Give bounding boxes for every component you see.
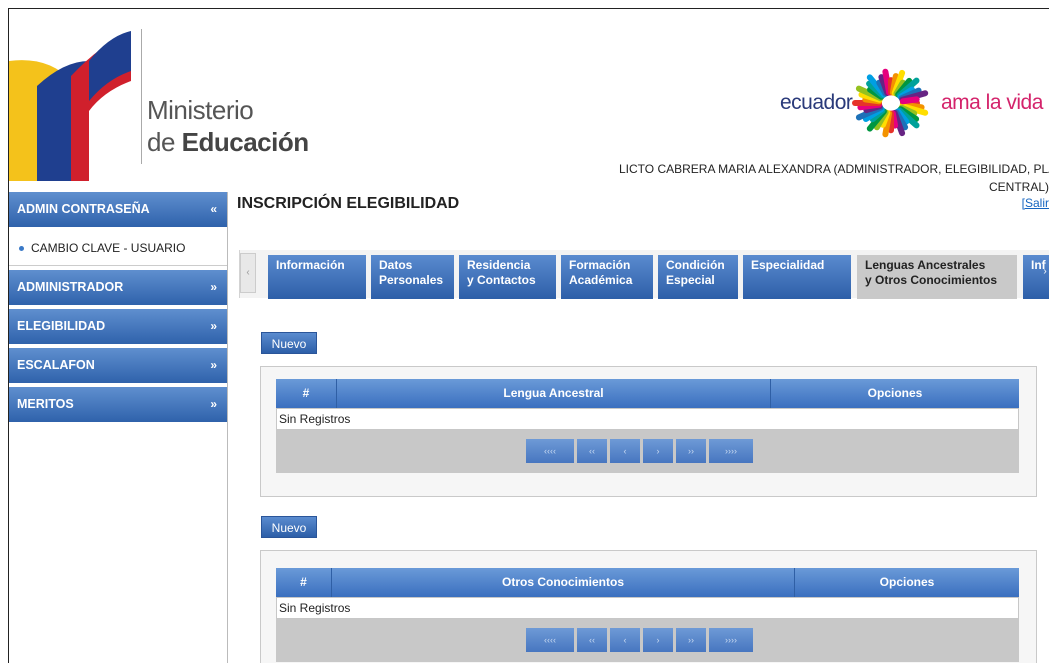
pager-prev-button[interactable]: ‹ — [610, 628, 640, 652]
ministry-name-line2: de Educación — [147, 127, 309, 157]
pager-prev-button[interactable]: ‹ — [610, 439, 640, 463]
user-info: LICTO CABRERA MARIA ALEXANDRA (ADMINISTR… — [619, 162, 1049, 176]
tab-formacion-academica[interactable]: Formación Académica — [561, 255, 653, 299]
pager: ‹‹‹‹ ‹‹ ‹ › ›› ›››› — [526, 439, 756, 463]
tab-especialidad[interactable]: Especialidad — [743, 255, 851, 299]
sidebar-item-label: ADMINISTRADOR — [17, 280, 124, 294]
chevron-down-icon: » — [210, 280, 217, 294]
pager-first-button[interactable]: ‹‹‹‹ — [526, 439, 574, 463]
nuevo-lengua-button[interactable]: Nuevo — [261, 332, 317, 354]
chevron-up-icon: « — [210, 202, 217, 216]
pager-next-button[interactable]: › — [643, 439, 673, 463]
sidebar-item-label: ELEGIBILIDAD — [17, 319, 106, 333]
column-header-opciones: Opciones — [879, 575, 935, 589]
sidebar: ADMIN CONTRASEÑA « CAMBIO CLAVE - USUARI… — [9, 192, 228, 663]
sidebar-subitem-cambio-clave[interactable]: CAMBIO CLAVE - USUARIO — [9, 231, 227, 266]
empty-row: Sin Registros — [276, 597, 1019, 619]
column-header-conocimientos: Otros Conocimientos — [332, 568, 795, 597]
tab-datos-personales[interactable]: Datos Personales — [371, 255, 454, 299]
ministerio-logo-icon — [9, 31, 131, 181]
sidebar-item-label: MERITOS — [17, 397, 74, 411]
pager-prev-page-button[interactable]: ‹‹ — [577, 439, 607, 463]
tab-scroll-left-button[interactable]: ‹ — [240, 253, 256, 293]
tab-scroll-right-button[interactable]: › — [1038, 253, 1049, 291]
column-header-number: # — [276, 568, 332, 597]
ecuador-logo-text: ecuador — [780, 91, 853, 114]
user-info-cont: CENTRAL) — [988, 180, 1049, 194]
grid-header: # Otros Conocimientos Opciones — [276, 568, 1019, 597]
logout-link[interactable]: [Salir — [1022, 196, 1049, 210]
pager-next-button[interactable]: › — [643, 628, 673, 652]
pager-last-button[interactable]: ›››› — [709, 439, 753, 463]
nuevo-conocimiento-button[interactable]: Nuevo — [261, 516, 317, 538]
tab-bar: ‹ Información Datos Personales Residencia… — [239, 250, 1049, 299]
ministry-name-line1: Ministerio — [147, 95, 254, 125]
tab-lenguas-ancestrales[interactable]: Lenguas Ancestrales y Otros Conocimientos — [857, 255, 1017, 299]
pager-prev-page-button[interactable]: ‹‹ — [577, 628, 607, 652]
logo-divider — [141, 29, 142, 164]
pager-last-button[interactable]: ›››› — [709, 628, 753, 652]
sidebar-item-escalafon[interactable]: ESCALAFON » — [9, 348, 227, 383]
otros-conocimientos-grid: # Otros Conocimientos Opciones Sin Regis… — [276, 568, 1019, 662]
sidebar-item-administrador[interactable]: ADMINISTRADOR » — [9, 270, 227, 305]
lengua-ancestral-panel: # Lengua Ancestral Opciones Sin Registro… — [260, 366, 1037, 497]
page-frame: Ministerio de Educación ecuador ama la v… — [8, 8, 1049, 663]
tab-informacion[interactable]: Información — [268, 255, 366, 299]
column-header-number: # — [276, 379, 337, 408]
otros-conocimientos-panel: # Otros Conocimientos Opciones Sin Regis… — [260, 550, 1037, 663]
sidebar-item-meritos[interactable]: MERITOS » — [9, 387, 227, 422]
empty-row: Sin Registros — [276, 408, 1019, 430]
sidebar-item-admin-contrasena[interactable]: ADMIN CONTRASEÑA « — [9, 192, 227, 227]
chevron-down-icon: » — [210, 319, 217, 333]
ama-la-vida-text: ama la vida — [941, 91, 1043, 114]
column-header-opciones: Opciones — [867, 386, 923, 400]
tab-residencia-contactos[interactable]: Residencia y Contactos — [459, 255, 556, 299]
sidebar-item-label: ADMIN CONTRASEÑA — [17, 202, 150, 216]
pager: ‹‹‹‹ ‹‹ ‹ › ›› ›››› — [526, 628, 756, 652]
sidebar-item-label: ESCALAFON — [17, 358, 95, 372]
pager-first-button[interactable]: ‹‹‹‹ — [526, 628, 574, 652]
pager-next-page-button[interactable]: ›› — [676, 628, 706, 652]
ecuador-sun-icon — [852, 68, 929, 138]
chevron-down-icon: » — [210, 358, 217, 372]
pager-next-page-button[interactable]: ›› — [676, 439, 706, 463]
chevron-down-icon: » — [210, 397, 217, 411]
grid-footer: ‹‹‹‹ ‹‹ ‹ › ›› ›››› — [276, 430, 1019, 473]
grid-footer: ‹‹‹‹ ‹‹ ‹ › ›› ›››› — [276, 619, 1019, 662]
tab-condicion-especial[interactable]: Condición Especial — [658, 255, 738, 299]
bullet-icon — [19, 246, 24, 252]
column-header-lengua: Lengua Ancestral — [337, 379, 771, 408]
grid-header: # Lengua Ancestral Opciones — [276, 379, 1019, 408]
lengua-ancestral-grid: # Lengua Ancestral Opciones Sin Registro… — [276, 379, 1019, 473]
sidebar-item-elegibilidad[interactable]: ELEGIBILIDAD » — [9, 309, 227, 344]
page-title: INSCRIPCIÓN ELEGIBILIDAD — [237, 195, 460, 212]
